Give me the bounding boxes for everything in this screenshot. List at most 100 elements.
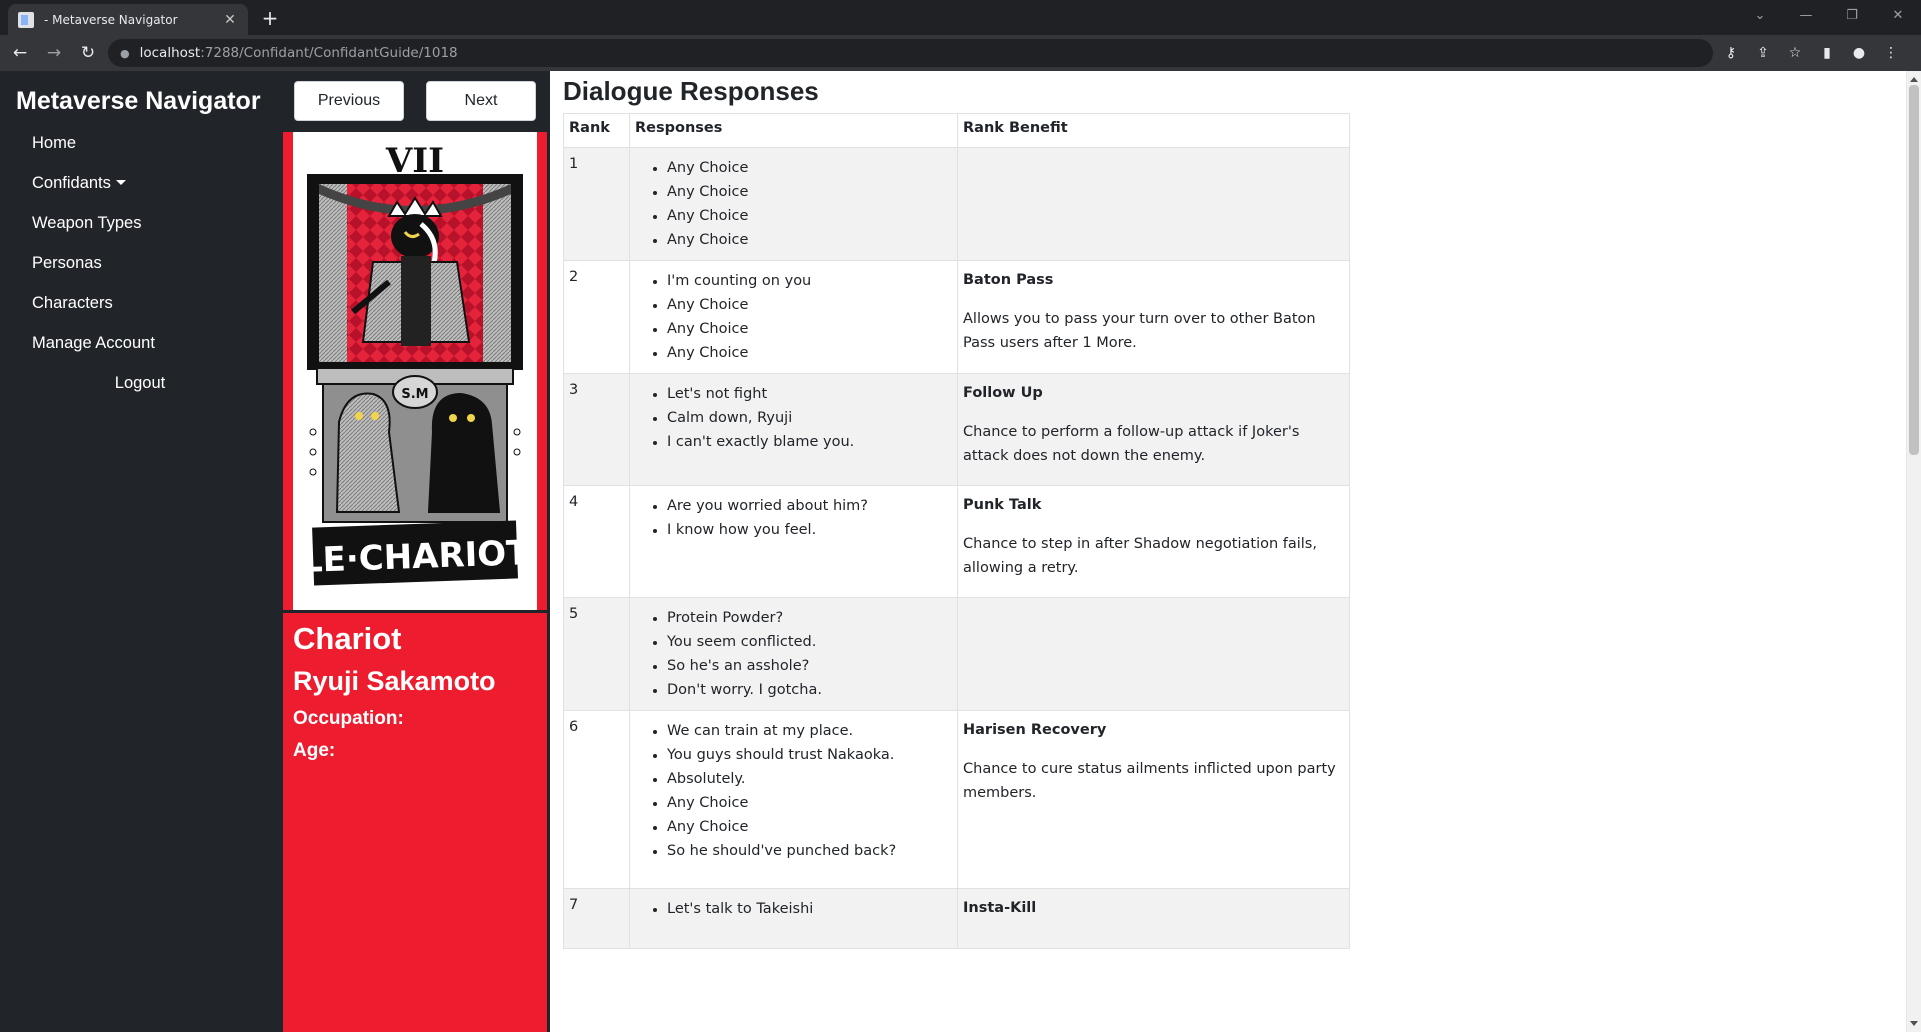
benefit-description: Chance to perform a follow-up attack if …	[963, 424, 1300, 464]
response-item: Any Choice	[667, 791, 952, 815]
scroll-up-icon[interactable]	[1910, 77, 1918, 82]
browser-tab[interactable]: - Metaverse Navigator ✕	[8, 4, 248, 35]
page-title: Dialogue Responses	[563, 76, 819, 106]
sidebar-item-manage-account[interactable]: Manage Account	[0, 323, 280, 363]
card-caption: LE·CHARIOT	[300, 533, 531, 581]
url-path: :7288/Confidant/ConfidantGuide/1018	[200, 45, 458, 61]
table-row: 2I'm counting on youAny ChoiceAny Choice…	[563, 260, 1350, 374]
next-button[interactable]: Next	[426, 81, 536, 121]
browser-toolbar: ← → ↻ ● localhost:7288/Confidant/Confida…	[0, 35, 1921, 71]
response-item: Any Choice	[667, 341, 952, 365]
response-item: Let's talk to Takeishi	[667, 897, 952, 921]
column-header-rank: Rank	[563, 113, 630, 148]
info-icon[interactable]: ●	[120, 47, 130, 60]
main-content: Dialogue Responses Rank Responses Rank B…	[563, 71, 1353, 949]
sidebar-item-characters[interactable]: Characters	[0, 283, 280, 323]
scroll-down-icon[interactable]	[1910, 1021, 1918, 1026]
logout-button[interactable]: Logout	[0, 363, 280, 403]
responses-cell: Protein Powder?You seem conflicted.So he…	[629, 597, 958, 711]
responses-cell: We can train at my place.You guys should…	[629, 710, 958, 889]
forward-arrow-icon[interactable]: →	[40, 39, 68, 67]
tab-search-icon[interactable]: ⌄	[1737, 0, 1783, 30]
table-row: 7 Let's talk to Takeishi Insta-Kill	[563, 888, 1350, 949]
browser-tab-strip: - Metaverse Navigator ✕ + ⌄ — ❐ ✕	[0, 0, 1921, 35]
table-row: 6 We can train at my place.You guys shoul…	[563, 710, 1350, 889]
response-item: So he's an asshole?	[667, 654, 952, 678]
key-icon[interactable]: ⚷	[1715, 39, 1747, 67]
response-item: Any Choice	[667, 815, 952, 839]
page-viewport: Metaverse Navigator Home Confidants Weap…	[0, 71, 1921, 1032]
response-item: I know how you feel.	[667, 518, 952, 542]
response-item: Are you worried about him?	[667, 494, 952, 518]
previous-button[interactable]: Previous	[294, 81, 404, 121]
benefit-description: Chance to cure status ailments inflicted…	[963, 761, 1336, 801]
responses-cell: Are you worried about him?I know how you…	[629, 485, 958, 598]
address-bar[interactable]: ● localhost:7288/Confidant/ConfidantGuid…	[108, 39, 1713, 67]
rank-cell: 6	[563, 710, 630, 889]
rank-cell: 2	[563, 260, 630, 374]
rank-benefit-cell	[957, 597, 1350, 711]
response-item: Any Choice	[667, 317, 952, 341]
response-item: You seem conflicted.	[667, 630, 952, 654]
response-item: Absolutely.	[667, 767, 952, 791]
table-body: 1Any ChoiceAny ChoiceAny ChoiceAny Choic…	[563, 147, 1350, 949]
response-item: Protein Powder?	[667, 606, 952, 630]
reload-icon[interactable]: ↻	[74, 39, 102, 67]
response-item: Any Choice	[667, 180, 952, 204]
scrollbar-thumb[interactable]	[1909, 85, 1919, 455]
star-icon[interactable]: ☆	[1779, 39, 1811, 67]
occupation-label: Occupation:	[293, 708, 404, 729]
window-controls: ⌄ — ❐ ✕	[1737, 0, 1921, 35]
vertical-scrollbar[interactable]	[1906, 71, 1921, 1032]
benefit-name: Baton Pass	[963, 272, 1054, 288]
back-arrow-icon[interactable]: ←	[6, 39, 34, 67]
tab-title: - Metaverse Navigator	[44, 12, 178, 27]
sidebar-nav: Home Confidants Weapon Types Personas Ch…	[0, 123, 280, 403]
side-panel-icon[interactable]: ▮	[1811, 39, 1843, 67]
sidebar-item-personas[interactable]: Personas	[0, 243, 280, 283]
sidebar-item-label: Confidants	[32, 174, 111, 192]
rank-cell: 4	[563, 485, 630, 598]
menu-kebab-icon[interactable]: ⋮	[1875, 39, 1907, 67]
benefit-name: Insta-Kill	[963, 900, 1037, 916]
sidebar-item-home[interactable]: Home	[0, 123, 280, 163]
age-label: Age:	[293, 740, 336, 761]
tab-close-icon[interactable]: ✕	[222, 12, 238, 28]
responses-cell: Let's not fightCalm down, RyujiI can't e…	[629, 373, 958, 486]
new-tab-icon[interactable]: +	[258, 6, 282, 30]
rank-benefit-cell: Punk Talk Chance to step in after Shadow …	[957, 485, 1350, 598]
benefit-name: Punk Talk	[963, 497, 1042, 513]
benefit-description: Allows you to pass your turn over to oth…	[963, 311, 1316, 351]
chariot-tarot-illustration: VII S.M LE·CHARIOT	[300, 141, 531, 586]
restore-icon[interactable]: ❐	[1829, 0, 1875, 30]
table-row: 5 Protein Powder?You seem conflicted.So h…	[563, 597, 1350, 711]
responses-cell: Any ChoiceAny ChoiceAny ChoiceAny Choice	[629, 147, 958, 261]
benefit-name: Follow Up	[963, 385, 1043, 401]
close-window-icon[interactable]: ✕	[1875, 0, 1921, 30]
rank-benefit-cell: Follow Up Chance to perform a follow-up a…	[957, 373, 1350, 486]
url-host: localhost	[139, 45, 201, 61]
sidebar-item-confidants[interactable]: Confidants	[0, 163, 280, 203]
rank-cell: 5	[563, 597, 630, 711]
table-row: 1Any ChoiceAny ChoiceAny ChoiceAny Choic…	[563, 147, 1350, 261]
response-item: I'm counting on you	[667, 269, 952, 293]
share-icon[interactable]: ⇪	[1747, 39, 1779, 67]
responses-list: Protein Powder?You seem conflicted.So he…	[667, 606, 952, 702]
profile-icon[interactable]: ●	[1843, 39, 1875, 67]
response-item: Any Choice	[667, 156, 952, 180]
response-item: Any Choice	[667, 293, 952, 317]
minimize-icon[interactable]: —	[1783, 0, 1829, 30]
response-item: We can train at my place.	[667, 719, 952, 743]
column-header-responses: Responses	[629, 113, 958, 148]
responses-list: I'm counting on youAny ChoiceAny ChoiceA…	[667, 269, 952, 365]
rank-benefit-cell: Baton Pass Allows you to pass your turn o…	[957, 260, 1350, 374]
sidebar-item-weapon-types[interactable]: Weapon Types	[0, 203, 280, 243]
response-item: Let's not fight	[667, 382, 952, 406]
column-header-rank-benefit: Rank Benefit	[957, 113, 1350, 148]
benefit-name: Harisen Recovery	[963, 722, 1107, 738]
toolbar-icons: ⚷ ⇪ ☆ ▮ ● ⋮	[1715, 39, 1907, 67]
brand-title[interactable]: Metaverse Navigator	[16, 87, 261, 116]
table-row: 4 Are you worried about him?I know how yo…	[563, 485, 1350, 598]
rank-benefit-cell: Insta-Kill	[957, 888, 1350, 949]
response-item: You guys should trust Nakaoka.	[667, 743, 952, 767]
